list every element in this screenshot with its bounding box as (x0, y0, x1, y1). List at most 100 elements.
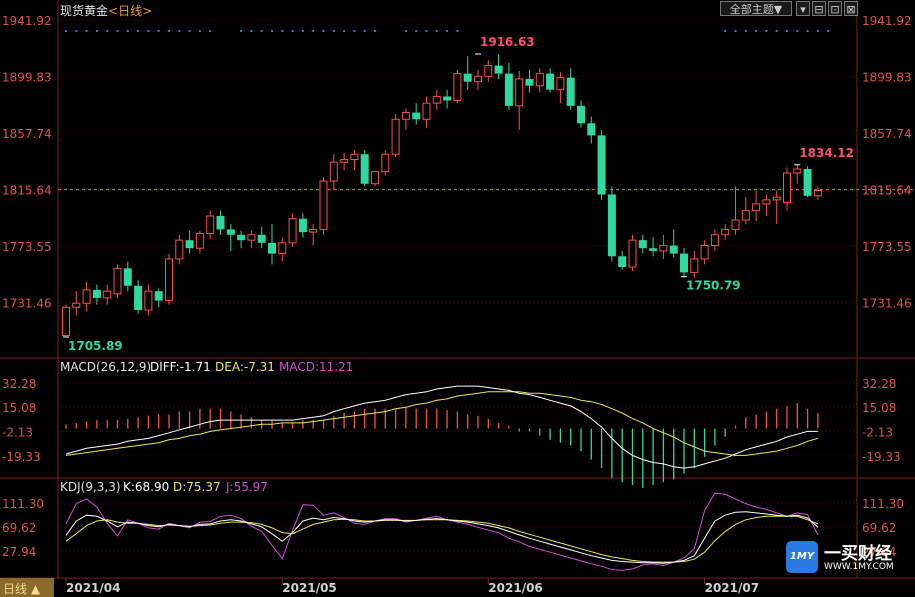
candle-body-up (535, 73, 544, 87)
event-marker-dot (332, 30, 335, 32)
candle-body-up (700, 245, 709, 260)
event-marker-dot (435, 30, 438, 32)
event-marker-dot (343, 30, 346, 32)
candle-body-up (731, 219, 740, 230)
candle-body-up (103, 290, 112, 299)
collapse-button[interactable]: ⊟ (812, 1, 826, 16)
price-tick-right: 1815.64 (862, 184, 912, 198)
logo-badge: 1MY (786, 541, 818, 573)
candle-body-down (494, 65, 503, 74)
candle-body-up (391, 118, 400, 155)
candle-body-down (618, 256, 627, 268)
event-marker-dot (137, 30, 140, 32)
candle-body-up (401, 112, 410, 120)
chart-canvas: 1941.92 1941.92 1899.83 1899.83 1857.74 1857.… (0, 0, 915, 595)
price-annotation: 1916.63 (480, 35, 535, 49)
candle-body-up (772, 196, 781, 201)
kdj-legend-item: K:68.90 (123, 480, 169, 494)
event-marker-dot (322, 30, 325, 32)
event-marker-dot (446, 30, 449, 32)
event-marker-dot (85, 30, 88, 32)
event-marker-dot (188, 30, 191, 32)
candle-body-down (597, 135, 606, 195)
period-button[interactable]: 日线 ▲ (0, 578, 54, 597)
price-annotation: 1705.89 (68, 339, 123, 353)
candle-body-down (134, 285, 143, 310)
candle-body-up (628, 239, 637, 268)
candle-body-down (123, 268, 132, 286)
candle-body-up (515, 78, 524, 107)
event-marker-dot (168, 30, 170, 32)
macd-tick-left: 15.08 (2, 401, 36, 415)
candle-body-up (175, 239, 184, 260)
candle-body-up (72, 302, 81, 308)
event-marker-dot (75, 30, 78, 32)
kdj-k-line (65, 511, 819, 564)
event-marker-dot (363, 30, 366, 32)
candle-body-up (422, 102, 431, 120)
candle-body-down (566, 77, 575, 106)
candle-body-up (113, 267, 122, 295)
candle-body-up (82, 289, 91, 304)
restore-button[interactable]: ⊡ (828, 1, 842, 16)
chart-title: 现货黄金<日线> (60, 2, 152, 19)
candle-body-up (144, 290, 153, 311)
event-marker-dot (765, 30, 768, 32)
close-button[interactable]: ⊠ (844, 1, 858, 16)
logo-url: WWW.1MY.COM (824, 562, 894, 572)
candle-body-down (268, 242, 276, 254)
candle-body-up (278, 242, 287, 255)
event-marker-dot (198, 30, 201, 32)
candle-body-up (710, 234, 719, 247)
event-marker-dot (827, 30, 830, 32)
kdj-title: KDJ(9,3,3) (60, 480, 121, 494)
candle-body-down (443, 96, 452, 101)
event-marker-dot (260, 30, 263, 32)
price-tick-left: 1941.92 (2, 14, 52, 28)
candle-body-down (257, 234, 266, 243)
candle-body-up (319, 180, 328, 230)
kdj-tick-right: 111.30 (862, 497, 904, 511)
kdj-tick-right: 69.62 (862, 521, 896, 535)
event-marker-dot (65, 30, 67, 32)
price-tick-left: 1731.46 (2, 297, 52, 311)
price-tick-right: 1899.83 (862, 71, 912, 85)
kdj-tick-left: 69.62 (2, 521, 36, 535)
candle-body-up (288, 218, 297, 244)
period-link[interactable]: <日线> (108, 4, 152, 18)
candle-body-up (690, 258, 699, 273)
event-marker-dot (796, 30, 799, 32)
kdj-legend-item: D:75.37 (173, 480, 221, 494)
event-marker-dot (374, 30, 376, 32)
candle-body-up (329, 161, 338, 182)
price-tick-right: 1941.92 (862, 14, 912, 28)
event-marker-dot (425, 30, 428, 32)
event-marker-dot (816, 30, 819, 32)
price-tick-left: 1857.74 (2, 127, 52, 141)
candle-body-up (206, 215, 215, 234)
event-marker-dot (106, 30, 109, 32)
candle-body-up (659, 245, 668, 252)
price-tick-left: 1815.64 (2, 184, 52, 198)
candle-body-up (165, 258, 173, 302)
price-tick-right: 1773.55 (862, 240, 912, 254)
event-marker-dot (126, 30, 129, 32)
kdj-d-line (65, 515, 819, 563)
event-marker-dot (724, 30, 727, 32)
minimize-button[interactable]: ▾ (796, 1, 810, 16)
candle-body-up (813, 189, 822, 197)
macd-tick-right: 15.08 (862, 401, 896, 415)
candle-body-down (92, 289, 101, 298)
candle-body-up (741, 210, 750, 221)
macd-tick-left: -19.33 (2, 450, 41, 464)
event-marker-dot (734, 30, 737, 32)
candle-body-up (195, 232, 204, 249)
candle-body-up (752, 203, 761, 212)
time-tick-label: 2021/05 (282, 581, 336, 595)
period-button-label: 日线 ▲ (3, 582, 41, 596)
price-annotation: 1750.79 (686, 279, 741, 293)
theme-button[interactable]: 全部主题▼ (720, 1, 792, 16)
macd-legend-item: DIFF:-1.71 (150, 360, 211, 374)
candle-body-up (721, 228, 730, 236)
candle-body-up (432, 95, 441, 104)
